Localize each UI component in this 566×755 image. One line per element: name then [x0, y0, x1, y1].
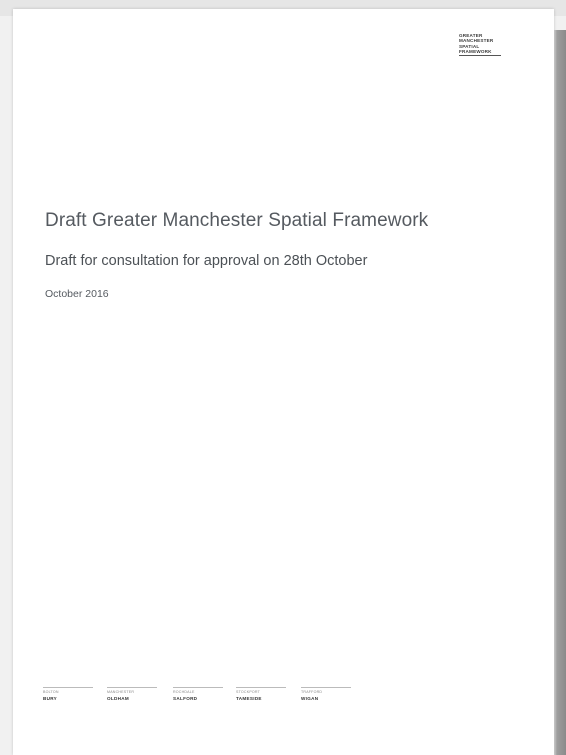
- district-name: SALFORD: [173, 696, 198, 701]
- document-date: October 2016: [45, 288, 109, 300]
- district-name: BURY: [43, 696, 58, 701]
- district-divider: [173, 687, 223, 688]
- district-secondary-label: TRAFFORD: [301, 690, 323, 694]
- page-stack-edge: [554, 30, 566, 755]
- district-divider: [43, 687, 93, 688]
- district-name: OLDHAM: [107, 696, 129, 701]
- district-divider: [301, 687, 351, 688]
- district-footer: BOLTON BURY MANCHESTER OLDHAM ROCHDALE S…: [43, 687, 363, 707]
- district-secondary-label: ROCHDALE: [173, 690, 195, 694]
- document-page: [13, 9, 554, 755]
- gmsf-logo: GREATER MANCHESTER SPATIAL FRAMEWORK: [459, 33, 503, 55]
- district-secondary-label: STOCKPORT: [236, 690, 261, 694]
- district-divider: [236, 687, 286, 688]
- district-divider: [107, 687, 157, 688]
- logo-line-4: FRAMEWORK: [459, 49, 492, 55]
- district-secondary-label: BOLTON: [43, 690, 59, 694]
- document-subtitle: Draft for consultation for approval on 2…: [45, 253, 368, 269]
- district-name: WIGAN: [301, 696, 319, 701]
- document-title: Draft Greater Manchester Spatial Framewo…: [45, 210, 429, 231]
- district-secondary-label: MANCHESTER: [107, 690, 135, 694]
- logo-underline: [459, 55, 501, 56]
- district-name: TAMESIDE: [236, 696, 262, 701]
